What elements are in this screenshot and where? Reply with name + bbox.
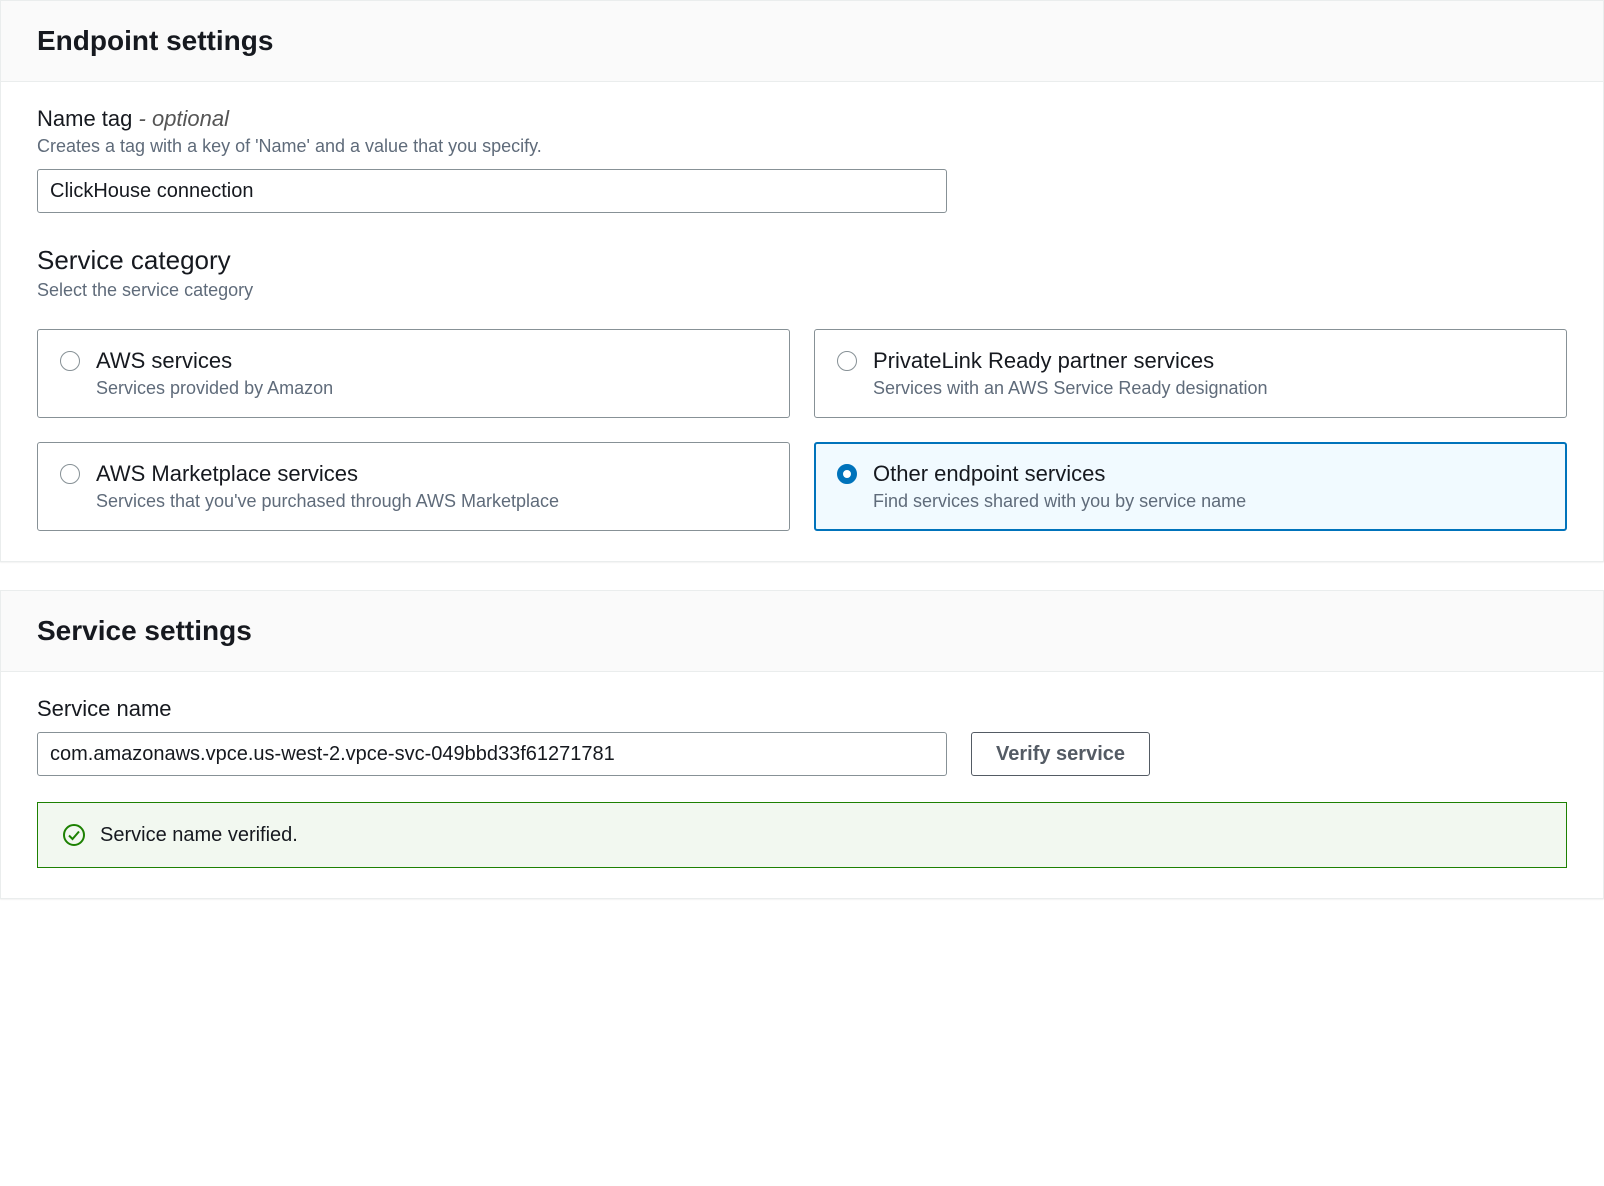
service-category-heading: Service category xyxy=(37,245,1567,276)
tile-content: PrivateLink Ready partner services Servi… xyxy=(873,348,1268,399)
tile-desc: Find services shared with you by service… xyxy=(873,491,1246,512)
verify-service-button[interactable]: Verify service xyxy=(971,732,1150,776)
endpoint-settings-header: Endpoint settings xyxy=(1,1,1603,82)
tile-aws-services[interactable]: AWS services Services provided by Amazon xyxy=(37,329,790,418)
tile-content: AWS services Services provided by Amazon xyxy=(96,348,333,399)
radio-icon xyxy=(837,464,857,484)
service-name-label: Service name xyxy=(37,696,947,722)
name-tag-label: Name tag xyxy=(37,106,132,131)
service-settings-header: Service settings xyxy=(1,591,1603,672)
name-tag-field: Name tag - optional Creates a tag with a… xyxy=(37,106,1567,213)
service-settings-body: Service name Verify service Service name… xyxy=(1,672,1603,898)
service-settings-title: Service settings xyxy=(37,615,1567,647)
tile-content: Other endpoint services Find services sh… xyxy=(873,461,1246,512)
name-tag-optional: - optional xyxy=(139,106,230,131)
service-category-tiles: AWS services Services provided by Amazon… xyxy=(37,329,1567,531)
service-name-row: Service name Verify service xyxy=(37,696,1567,776)
service-name-input[interactable] xyxy=(37,732,947,776)
name-tag-label-row: Name tag - optional xyxy=(37,106,1567,132)
endpoint-settings-title: Endpoint settings xyxy=(37,25,1567,57)
tile-privatelink-partner[interactable]: PrivateLink Ready partner services Servi… xyxy=(814,329,1567,418)
service-settings-panel: Service settings Service name Verify ser… xyxy=(0,590,1604,899)
endpoint-settings-panel: Endpoint settings Name tag - optional Cr… xyxy=(0,0,1604,562)
radio-icon xyxy=(60,464,80,484)
tile-other-endpoint[interactable]: Other endpoint services Find services sh… xyxy=(814,442,1567,531)
tile-desc: Services provided by Amazon xyxy=(96,378,333,399)
alert-success: Service name verified. xyxy=(37,802,1567,868)
tile-title: AWS services xyxy=(96,348,333,374)
name-tag-input[interactable] xyxy=(37,169,947,213)
tile-title: Other endpoint services xyxy=(873,461,1246,487)
endpoint-settings-body: Name tag - optional Creates a tag with a… xyxy=(1,82,1603,561)
tile-title: PrivateLink Ready partner services xyxy=(873,348,1268,374)
tile-desc: Services with an AWS Service Ready desig… xyxy=(873,378,1268,399)
name-tag-description: Creates a tag with a key of 'Name' and a… xyxy=(37,136,1567,157)
service-name-field: Service name xyxy=(37,696,947,776)
check-circle-icon xyxy=(62,823,86,847)
service-category-description: Select the service category xyxy=(37,280,1567,301)
tile-content: AWS Marketplace services Services that y… xyxy=(96,461,559,512)
tile-title: AWS Marketplace services xyxy=(96,461,559,487)
alert-text: Service name verified. xyxy=(100,824,298,847)
tile-aws-marketplace[interactable]: AWS Marketplace services Services that y… xyxy=(37,442,790,531)
tile-desc: Services that you've purchased through A… xyxy=(96,491,559,512)
radio-icon xyxy=(60,351,80,371)
radio-icon xyxy=(837,351,857,371)
